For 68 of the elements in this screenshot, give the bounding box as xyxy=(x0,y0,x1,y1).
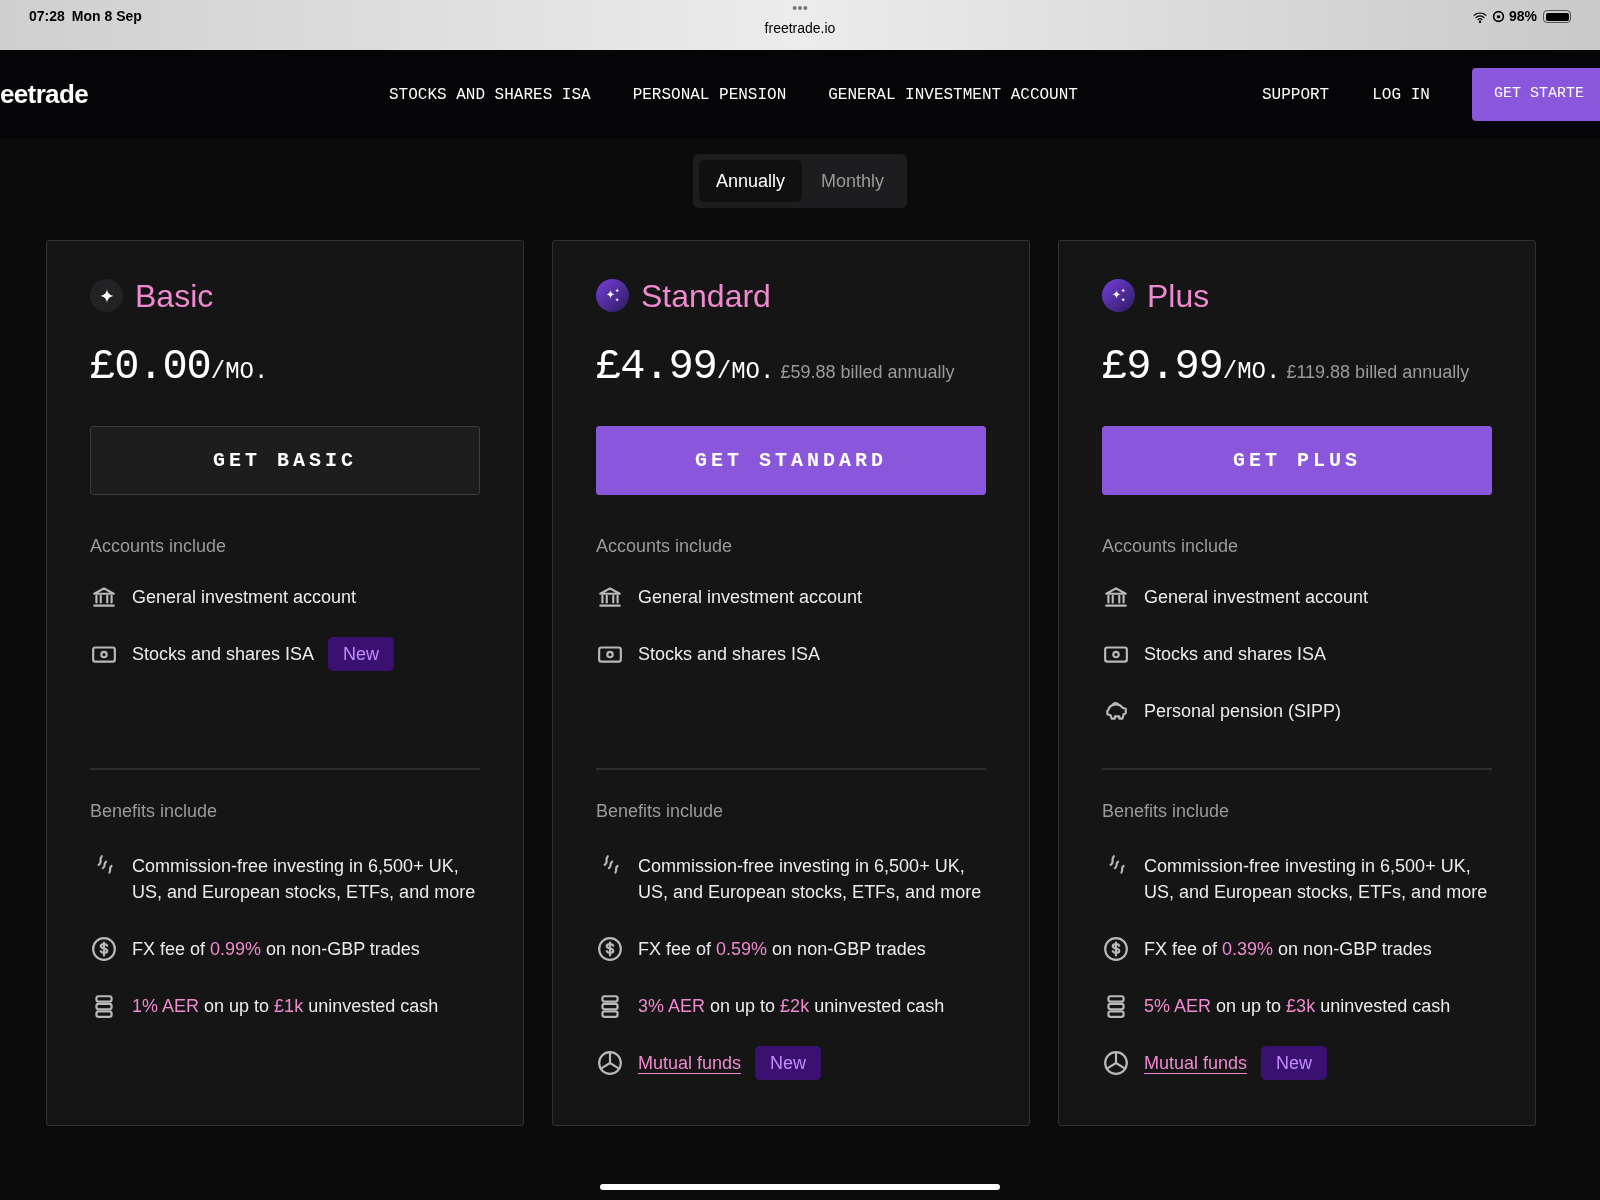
battery-percent: 98% xyxy=(1508,7,1537,26)
plan-button[interactable]: GET STANDARD xyxy=(596,426,986,495)
nav-link[interactable]: PERSONAL PENSION xyxy=(632,82,787,107)
status-date: Mon 8 Sep xyxy=(71,7,142,26)
sparkle-icon xyxy=(90,279,123,312)
feature-text: FX fee of 0.99% on non-GBP trades xyxy=(132,938,420,961)
feature-text: 5% AER on up to £3k uninvested cash xyxy=(1144,995,1451,1018)
pie-chart-icon xyxy=(596,1050,624,1076)
plan-name: Plus xyxy=(1147,279,1210,312)
feature-text: General investment account xyxy=(132,586,357,609)
billing-note: £119.88 billed annually xyxy=(1286,361,1470,384)
new-badge: New xyxy=(328,637,395,671)
price-period: /MO. xyxy=(716,357,775,387)
billing-tab[interactable]: Monthly xyxy=(804,160,902,202)
lock-rotation-icon xyxy=(1491,10,1505,23)
plan-price: £0.00 xyxy=(90,346,211,388)
feature-text: Commission-free investing in 6,500+ UK, US, and European stocks, ETFs, and more xyxy=(1144,855,1489,904)
feature-text: Stocks and shares ISA xyxy=(132,643,315,666)
nav-link[interactable]: STOCKS AND SHARES ISA xyxy=(389,82,591,107)
plan-name: Standard xyxy=(641,279,771,312)
section-heading: Benefits include xyxy=(90,800,219,823)
sparkles-icon xyxy=(596,279,629,312)
sparkles-icon xyxy=(1102,279,1135,312)
billing-tab[interactable]: Annually xyxy=(698,160,802,202)
url-label[interactable]: freetrade.io xyxy=(764,18,836,39)
get-started-button[interactable]: GET STARTE xyxy=(1472,68,1600,121)
price-period: /MO. xyxy=(210,357,269,387)
feature-text: FX fee of 0.59% on non-GBP trades xyxy=(638,938,926,961)
section-heading: Accounts include xyxy=(1102,535,1240,558)
section-heading: Benefits include xyxy=(1102,800,1231,823)
plan-name: Basic xyxy=(135,279,214,312)
plan-price: £9.99 xyxy=(1102,346,1223,388)
wifi-icon xyxy=(1471,9,1488,24)
price-period: /MO. xyxy=(1222,357,1281,387)
feature-text: General investment account xyxy=(638,586,863,609)
feature-text: Stocks and shares ISA xyxy=(1144,643,1327,666)
feature-text: General investment account xyxy=(1144,586,1369,609)
feature-text: 1% AER on up to £1k uninvested cash xyxy=(132,995,439,1018)
battery-icon xyxy=(1543,10,1571,23)
feature-text: Commission-free investing in 6,500+ UK, US, and European stocks, ETFs, and more xyxy=(132,855,477,904)
bank-icon xyxy=(596,584,624,610)
new-badge: New xyxy=(755,1046,822,1080)
bank-icon xyxy=(1102,584,1130,610)
billing-note: £59.88 billed annually xyxy=(780,361,955,384)
dollar-coin-icon xyxy=(1102,936,1130,962)
mutual-funds-link[interactable]: Mutual funds xyxy=(1144,1050,1248,1076)
feature-text: Personal pension (SIPP) xyxy=(1144,700,1342,723)
pie-chart-icon xyxy=(1102,1050,1130,1076)
feature-text: 3% AER on up to £2k uninvested cash xyxy=(638,995,945,1018)
status-time: 07:28 xyxy=(29,7,65,26)
dollar-coin-icon xyxy=(596,936,624,962)
plan-button[interactable]: GET BASIC xyxy=(90,426,480,495)
dollar-coin-icon xyxy=(90,936,118,962)
feature-text: Commission-free investing in 6,500+ UK, US, and European stocks, ETFs, and more xyxy=(638,855,983,904)
nav-link[interactable]: LOG IN xyxy=(1372,82,1430,107)
nav-link[interactable]: SUPPORT xyxy=(1262,82,1330,107)
section-heading: Accounts include xyxy=(596,535,734,558)
nav-link[interactable]: GENERAL INVESTMENT ACCOUNT xyxy=(828,82,1078,107)
logo[interactable]: eetrade xyxy=(0,75,88,114)
mutual-funds-link[interactable]: Mutual funds xyxy=(638,1050,742,1076)
bank-icon xyxy=(90,584,118,610)
feature-text: Stocks and shares ISA xyxy=(638,643,821,666)
feature-text: FX fee of 0.39% on non-GBP trades xyxy=(1144,938,1432,961)
new-badge: New xyxy=(1261,1046,1328,1080)
section-heading: Accounts include xyxy=(90,535,228,558)
section-heading: Benefits include xyxy=(596,800,725,823)
plan-button[interactable]: GET PLUS xyxy=(1102,426,1492,495)
plan-price: £4.99 xyxy=(596,346,717,388)
